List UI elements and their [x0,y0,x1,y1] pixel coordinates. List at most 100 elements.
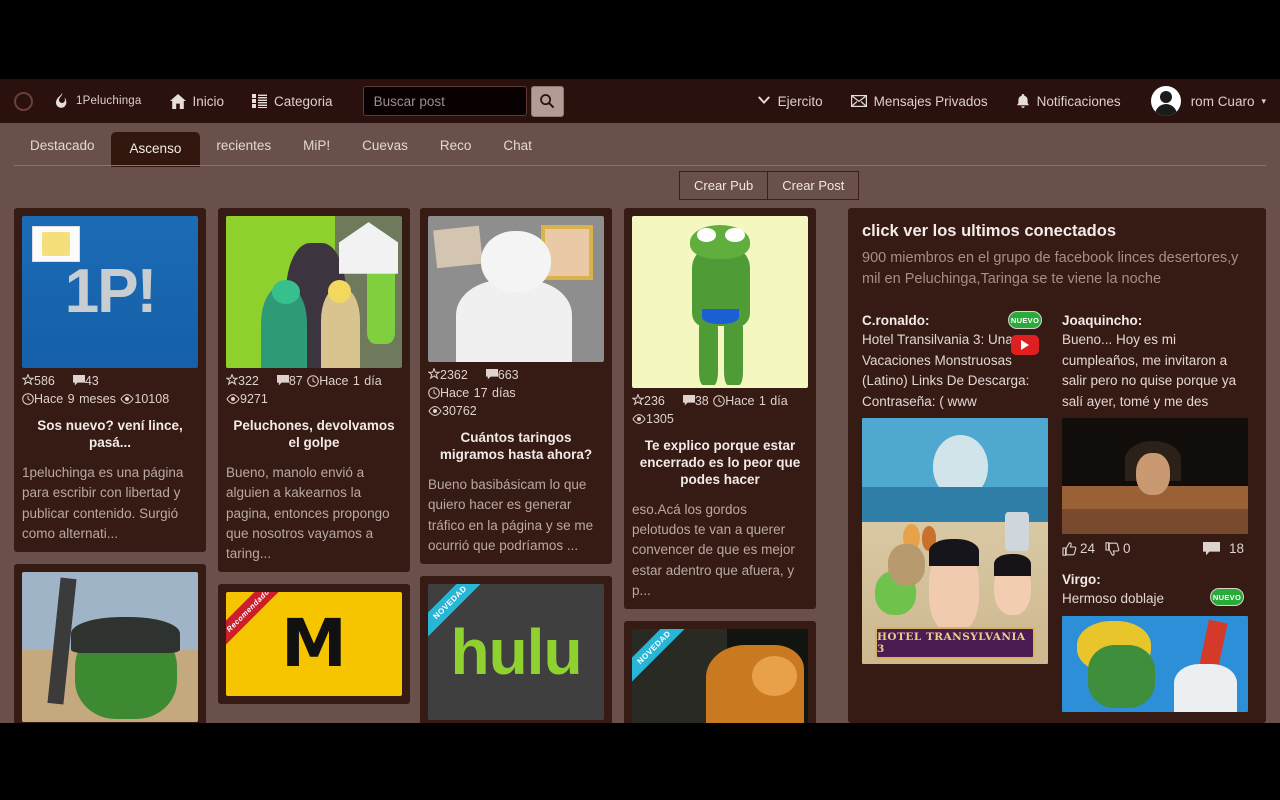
post-excerpt: Bueno basibásicam lo que quiero hacer es… [428,477,594,553]
post-card[interactable]: NOVEDAD hulu [420,576,612,723]
post-thumbnail: NOVEDAD [632,629,808,723]
nav-item-mensajes-label: Mensajes Privados [873,93,988,109]
sidebar-entry-image[interactable] [1062,418,1248,535]
post-column: 236 38 Hace 1 día 1305 Te explico porque… [624,208,816,723]
post-time: Hace 1 día [307,374,382,388]
sidebar-subtitle: 900 miembros en el grupo de facebook lin… [862,250,1239,287]
create-post-button[interactable]: Crear Post [767,171,860,200]
search-button[interactable] [530,85,564,117]
youtube-icon [1011,335,1039,356]
sidebar-entry: NUEVO Virgo: Hermoso doblaje [1062,572,1248,712]
sidebar-entry-image[interactable]: HOTEL TRANSYLVANIA 3 [862,418,1048,665]
like-icon[interactable] [1062,541,1077,556]
action-bar: Crear Pub Crear Post [0,171,1280,203]
post-thumbnail [226,216,402,368]
sidebar-column-left: NUEVO C.ronaldo: Hotel Transilvania 3: U… [862,311,1048,712]
sticky-note-icon [32,226,80,262]
view-count: 9271 [226,392,268,406]
search-group [362,85,564,117]
sidebar-title[interactable]: click ver los ultimos conectados [862,222,1252,241]
top-navbar: 1Peluchinga Inicio Categoria Buscar post… [0,79,1280,123]
dislike-count: 0 [1123,541,1131,557]
post-card[interactable] [14,564,206,723]
post-card[interactable]: NOVEDAD [624,621,816,723]
star-count: 2362 [427,367,472,382]
nuevo-badge: NUEVO [1008,311,1042,330]
post-grid: 1P! 586 43 Hace 9 meses 10108 Sos nuevo?… [14,208,840,723]
thumbnail-label: 1P! [64,257,157,326]
letterbox-top [0,0,1280,79]
post-thumbnail [22,572,198,722]
nav-item-mensajes[interactable]: Mensajes Privados [837,79,1002,123]
tab-recientes[interactable]: recientes [200,132,287,162]
sidebar-columns: NUEVO C.ronaldo: Hotel Transilvania 3: U… [862,311,1252,712]
brand-label: 1Peluchinga [76,95,142,107]
post-card[interactable]: 1P! 586 43 Hace 9 meses 10108 Sos nuevo?… [14,208,206,552]
post-title[interactable]: Peluchones, devolvamos el golpe [226,418,402,452]
post-card[interactable]: 322 87 Hace 1 día 9271 Peluchones, devol… [218,208,410,573]
avatar[interactable] [1150,86,1181,116]
bell-icon [1016,93,1030,109]
post-title[interactable]: Te explico porque estar encerrado es lo … [632,438,808,489]
dislike-icon[interactable] [1105,541,1120,556]
post-thumbnail [428,216,604,362]
nav-item-ejercito[interactable]: Ejercito [743,79,837,123]
post-thumbnail: NOVEDAD hulu [428,584,604,721]
sidebar-entry-image[interactable] [1062,615,1248,712]
post-column: 322 87 Hace 1 día 9271 Peluchones, devol… [218,208,410,716]
post-time: Hace 17 días [428,386,516,400]
post-title[interactable]: Sos nuevo? vení lince, pasá... [22,418,198,452]
sidebar-column-right: Joaquincho: Bueno... Hoy es mi cumpleaño… [1062,313,1248,712]
section-tabs: Destacado Ascenso recientes MiP! Cuevas … [0,123,1280,167]
tab-cuevas[interactable]: Cuevas [346,132,424,162]
navbar-left-group: 1Peluchinga Inicio Categoria [0,79,564,123]
post-card[interactable]: 2362 663 Hace 17 días 30762 Cuántos tari… [420,208,612,565]
post-meta: 322 87 Hace 1 día 9271 [225,372,402,408]
post-meta: 2362 663 Hace 17 días 30762 [427,366,604,420]
post-meta: 236 38 Hace 1 día 1305 [631,392,808,428]
create-button-group: Crear Pub Crear Post [679,171,860,200]
poster-caption: HOTEL TRANSYLVANIA 3 [877,631,1026,656]
sidebar-entry-stats: 24 0 18 [1062,541,1248,556]
chevron-down-icon[interactable]: ▾ [1261,96,1266,107]
tabs-divider [14,165,1266,166]
tab-chat[interactable]: Chat [487,132,548,162]
user-name[interactable]: rom Cuaro [1191,94,1255,109]
nuevo-badge: NUEVO [1210,588,1244,607]
comment-count: 663 [481,368,519,382]
create-pub-button[interactable]: Crear Pub [679,171,769,200]
post-excerpt: Bueno, manolo envió a alguien a kakearno… [226,465,390,561]
tab-destacado[interactable]: Destacado [14,132,111,162]
search-input[interactable] [362,86,527,116]
nav-item-notificaciones[interactable]: Notificaciones [1002,79,1135,123]
nav-item-categoria[interactable]: Categoria [238,79,347,123]
comment-icon[interactable] [1202,541,1220,556]
thumbnail-label: M [281,605,347,683]
view-count: 10108 [120,392,169,406]
post-card[interactable]: 236 38 Hace 1 día 1305 Te explico porque… [624,208,816,610]
main-content: 1P! 586 43 Hace 9 meses 10108 Sos nuevo?… [0,208,1280,723]
star-count: 586 [21,373,59,388]
navbar-right-group: Ejercito Mensajes Privados Notificacione… [743,79,1280,123]
view-count: 30762 [428,404,477,418]
post-meta: 586 43 Hace 9 meses 10108 [21,372,198,408]
tab-reco[interactable]: Reco [424,132,488,162]
sidebar-comment-count: 18 [1228,541,1244,557]
tab-ascenso[interactable]: Ascenso [110,132,201,167]
star-count: 236 [631,393,669,408]
logo-circle-icon[interactable] [14,91,33,111]
view-count: 1305 [632,412,674,426]
nav-item-ejercito-label: Ejercito [777,93,823,109]
thumbnail-label: hulu [450,616,582,689]
sidebar-entry-user[interactable]: Virgo: [1062,572,1248,587]
post-title[interactable]: Cuántos taringos migramos hasta ahora? [428,430,604,464]
nav-item-inicio[interactable]: Inicio [156,79,239,123]
nav-brand-link[interactable]: 1Peluchinga [41,79,156,123]
star-count: 322 [225,373,263,388]
tab-mip[interactable]: MiP! [287,132,346,162]
post-time: Hace 1 día [713,394,788,408]
nav-item-inicio-label: Inicio [192,93,225,109]
sidebar-entry-user[interactable]: Joaquincho: [1062,313,1248,328]
nav-item-categoria-label: Categoria [274,93,333,109]
post-card[interactable]: Recomendado M [218,584,410,705]
